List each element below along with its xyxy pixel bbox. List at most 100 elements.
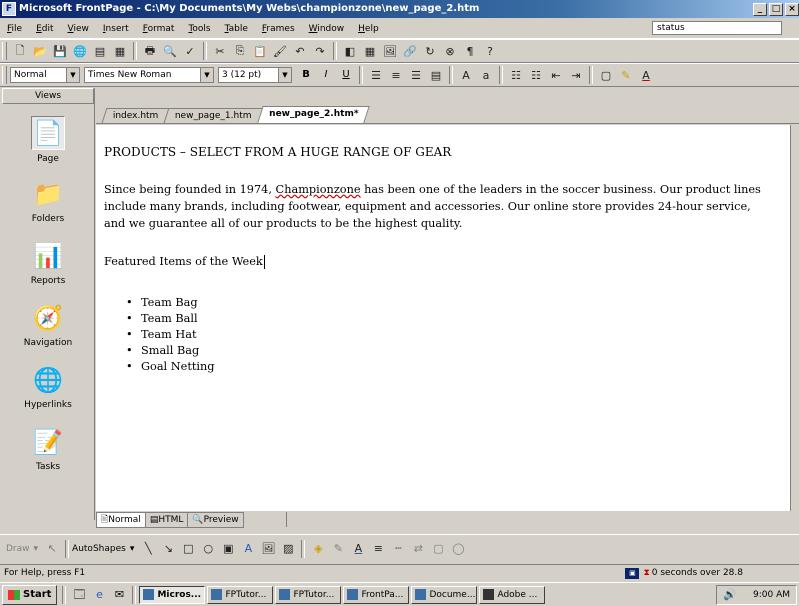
tab-index[interactable]: index.htm [101, 108, 170, 123]
style-select[interactable]: Normal ▼ [10, 67, 80, 83]
print-preview-icon[interactable]: 🔍 [162, 43, 178, 59]
chevron-down-icon[interactable]: ▼ [278, 68, 291, 82]
font-color-icon[interactable]: A [350, 541, 366, 557]
vertical-scrollbar[interactable] [790, 125, 799, 511]
chevron-down-icon[interactable]: ▼ [66, 68, 79, 82]
chevron-down-icon[interactable]: ▼ [200, 68, 213, 82]
line-style-icon[interactable]: ≡ [370, 541, 386, 557]
oval-icon[interactable]: ○ [200, 541, 216, 557]
view-reports[interactable]: 📊 Reports [2, 236, 94, 298]
task-document[interactable]: Docume... [411, 585, 478, 604]
maximize-button[interactable]: □ [769, 2, 783, 16]
menu-tools[interactable]: Tools [181, 24, 217, 34]
font-color-icon[interactable]: A [638, 67, 654, 83]
task-frontpage[interactable]: Micros... [139, 585, 206, 604]
outlook-express-icon[interactable]: ✉ [111, 587, 127, 603]
font-select[interactable]: Times New Roman ▼ [84, 67, 214, 83]
folder-list-icon[interactable]: ▤ [92, 43, 108, 59]
menu-view[interactable]: View [61, 24, 96, 34]
menu-frames[interactable]: Frames [255, 24, 302, 34]
format-painter-icon[interactable]: 🖌 [272, 43, 288, 59]
insert-component-icon[interactable]: ◧ [342, 43, 358, 59]
tab-html[interactable]: ▤HTML [144, 512, 189, 528]
task-frontpage-2[interactable]: FrontPa... [343, 585, 410, 604]
help-icon[interactable]: ? [482, 43, 498, 59]
view-page[interactable]: 📄 Page [2, 112, 94, 174]
arrow-style-icon[interactable]: ⇄ [410, 541, 426, 557]
borders-icon[interactable]: ▢ [598, 67, 614, 83]
task-fptutor-2[interactable]: FPTutor... [275, 585, 342, 604]
decrease-font-icon[interactable]: a [478, 67, 494, 83]
highlight-icon[interactable]: ✎ [618, 67, 634, 83]
rectangle-icon[interactable]: □ [180, 541, 196, 557]
menu-window[interactable]: Window [302, 24, 352, 34]
stop-icon[interactable]: ⊗ [442, 43, 458, 59]
view-hyperlinks[interactable]: 🌐 Hyperlinks [2, 360, 94, 422]
tab-new-page-2[interactable]: new_page_2.htm* [257, 106, 371, 123]
page-editor[interactable]: PRODUCTS – SELECT FROM A HUGE RANGE OF G… [96, 125, 790, 511]
speaker-icon[interactable]: 🔊 [723, 588, 737, 601]
toolbar-grip[interactable] [2, 42, 7, 60]
dash-style-icon[interactable]: ┅ [390, 541, 406, 557]
bullets-icon[interactable]: ☷ [528, 67, 544, 83]
align-left-icon[interactable]: ☰ [368, 67, 384, 83]
view-folders[interactable]: 📁 Folders [2, 174, 94, 236]
menu-file[interactable]: File [0, 24, 29, 34]
menu-format[interactable]: Format [136, 24, 182, 34]
menu-edit[interactable]: Edit [29, 24, 60, 34]
tab-normal[interactable]: 🖹Normal [96, 512, 146, 528]
copy-icon[interactable]: ⎘ [232, 43, 248, 59]
start-button[interactable]: Start [2, 584, 58, 605]
refresh-icon[interactable]: ↻ [422, 43, 438, 59]
tab-preview[interactable]: 🔍Preview [187, 512, 244, 528]
insert-picture-icon[interactable]: 🖼 [382, 43, 398, 59]
toolbar-grip[interactable] [2, 66, 7, 84]
align-center-icon[interactable]: ≡ [388, 67, 404, 83]
publish-icon[interactable]: 🌐 [72, 43, 88, 59]
open-icon[interactable]: 📂 [32, 43, 48, 59]
spelling-icon[interactable]: ✓ [182, 43, 198, 59]
view-navigation[interactable]: 🧭 Navigation [2, 298, 94, 360]
menu-table[interactable]: Table [218, 24, 255, 34]
shadow-icon[interactable]: ▢ [430, 541, 446, 557]
hyperlink-icon[interactable]: 🔗 [402, 43, 418, 59]
horizontal-scrollbar[interactable] [286, 512, 799, 527]
draw-menu[interactable]: Draw [6, 544, 30, 554]
internet-explorer-icon[interactable]: e [91, 587, 107, 603]
justify-icon[interactable]: ▤ [428, 67, 444, 83]
align-right-icon[interactable]: ☰ [408, 67, 424, 83]
show-all-icon[interactable]: ¶ [462, 43, 478, 59]
underline-button[interactable]: U [338, 67, 354, 83]
italic-button[interactable]: I [318, 67, 334, 83]
tab-new-page-1[interactable]: new_page_1.htm [164, 108, 264, 123]
textbox-icon[interactable]: ▣ [220, 541, 236, 557]
paste-icon[interactable]: 📋 [252, 43, 268, 59]
fill-color-icon[interactable]: ◈ [310, 541, 326, 557]
select-objects-icon[interactable]: ↖ [44, 541, 60, 557]
numbering-icon[interactable]: ☷ [508, 67, 524, 83]
menu-help[interactable]: Help [351, 24, 386, 34]
insert-table-icon[interactable]: ▦ [362, 43, 378, 59]
picture-icon[interactable]: ▨ [280, 541, 296, 557]
save-icon[interactable]: 💾 [52, 43, 68, 59]
redo-icon[interactable]: ↷ [312, 43, 328, 59]
increase-font-icon[interactable]: A [458, 67, 474, 83]
minimize-button[interactable]: _ [753, 2, 767, 16]
cut-icon[interactable]: ✂ [212, 43, 228, 59]
task-adobe[interactable]: Adobe ... [479, 585, 546, 604]
view-tasks[interactable]: 📝 Tasks [2, 422, 94, 484]
increase-indent-icon[interactable]: ⇥ [568, 67, 584, 83]
chevron-down-icon[interactable]: ▾ [130, 544, 135, 554]
print-icon[interactable]: 🖶 [142, 43, 158, 59]
decrease-indent-icon[interactable]: ⇤ [548, 67, 564, 83]
new-page-icon[interactable]: 🗋 [12, 43, 28, 59]
frontpage-app-icon[interactable]: F [2, 2, 16, 16]
undo-icon[interactable]: ↶ [292, 43, 308, 59]
web-component-icon[interactable]: ▦ [112, 43, 128, 59]
clipart-icon[interactable]: 🖼 [260, 541, 276, 557]
wordart-icon[interactable]: A [240, 541, 256, 557]
menu-insert[interactable]: Insert [96, 24, 136, 34]
arrow-icon[interactable]: ↘ [160, 541, 176, 557]
line-icon[interactable]: ╲ [140, 541, 156, 557]
bold-button[interactable]: B [298, 67, 314, 83]
